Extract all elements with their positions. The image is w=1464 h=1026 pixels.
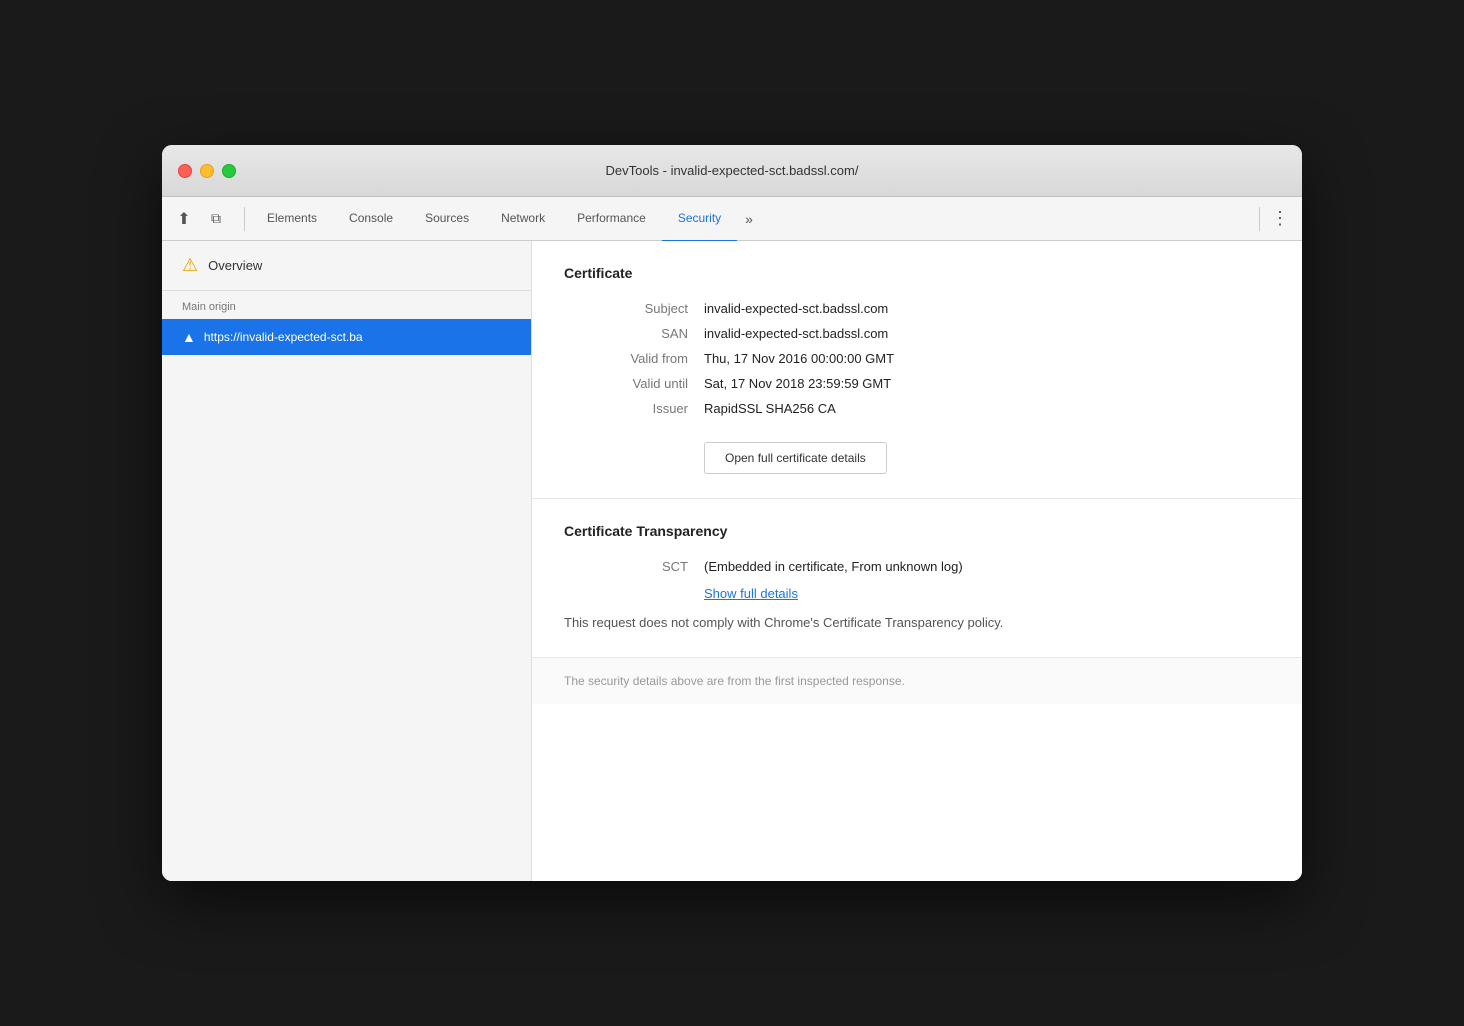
- sidebar-overview-item[interactable]: ⚠ Overview: [162, 241, 531, 291]
- sidebar-section-header: Main origin: [162, 291, 531, 319]
- cert-label-subject: Subject: [564, 301, 704, 316]
- cursor-icon: ⬆: [177, 209, 190, 229]
- tab-performance[interactable]: Performance: [561, 197, 662, 242]
- sct-value: (Embedded in certificate, From unknown l…: [704, 559, 963, 574]
- traffic-lights: [178, 164, 236, 178]
- transparency-section: Certificate Transparency SCT (Embedded i…: [532, 499, 1302, 658]
- transparency-section-title: Certificate Transparency: [564, 523, 1270, 539]
- tabs-overflow-button[interactable]: »: [737, 197, 761, 241]
- tab-security[interactable]: Security: [662, 197, 737, 242]
- sidebar: ⚠ Overview Main origin ▲ https://invalid…: [162, 241, 532, 881]
- origin-warning-icon: ▲: [182, 329, 196, 345]
- cert-row-valid-from: Valid from Thu, 17 Nov 2016 00:00:00 GMT: [564, 351, 1270, 366]
- cert-label-issuer: Issuer: [564, 401, 704, 416]
- certificate-section-title: Certificate: [564, 265, 1270, 281]
- toolbar-separator: [244, 207, 245, 231]
- toolbar-end: ⋮: [1253, 205, 1294, 233]
- cert-value-valid-until: Sat, 17 Nov 2018 23:59:59 GMT: [704, 376, 891, 391]
- title-bar: DevTools - invalid-expected-sct.badssl.c…: [162, 145, 1302, 197]
- layers-icon-button[interactable]: ⧉: [202, 205, 230, 233]
- open-certificate-button[interactable]: Open full certificate details: [704, 442, 887, 474]
- minimize-button[interactable]: [200, 164, 214, 178]
- main-content: ⚠ Overview Main origin ▲ https://invalid…: [162, 241, 1302, 881]
- cert-value-issuer: RapidSSL SHA256 CA: [704, 401, 836, 416]
- cert-row-valid-until: Valid until Sat, 17 Nov 2018 23:59:59 GM…: [564, 376, 1270, 391]
- tab-console[interactable]: Console: [333, 197, 409, 242]
- cert-row-issuer: Issuer RapidSSL SHA256 CA: [564, 401, 1270, 416]
- window-title: DevTools - invalid-expected-sct.badssl.c…: [606, 163, 859, 178]
- sidebar-origin-url: https://invalid-expected-sct.ba: [204, 330, 363, 344]
- footer-note: The security details above are from the …: [532, 658, 1302, 704]
- cert-label-san: SAN: [564, 326, 704, 341]
- cert-value-subject: invalid-expected-sct.badssl.com: [704, 301, 888, 316]
- tab-network[interactable]: Network: [485, 197, 561, 242]
- cursor-icon-button[interactable]: ⬆: [170, 205, 198, 233]
- toolbar-separator-2: [1259, 207, 1260, 231]
- content-panel: Certificate Subject invalid-expected-sct…: [532, 241, 1302, 881]
- show-full-details-link[interactable]: Show full details: [704, 586, 1270, 601]
- cert-value-san: invalid-expected-sct.badssl.com: [704, 326, 888, 341]
- sct-row: SCT (Embedded in certificate, From unkno…: [564, 559, 1270, 574]
- cert-value-valid-from: Thu, 17 Nov 2016 00:00:00 GMT: [704, 351, 894, 366]
- three-dots-icon: ⋮: [1271, 208, 1289, 229]
- sct-label: SCT: [564, 559, 704, 574]
- close-button[interactable]: [178, 164, 192, 178]
- layers-icon: ⧉: [211, 210, 221, 227]
- certificate-table: Subject invalid-expected-sct.badssl.com …: [564, 301, 1270, 416]
- cert-label-valid-until: Valid until: [564, 376, 704, 391]
- tab-sources[interactable]: Sources: [409, 197, 485, 242]
- devtools-window: DevTools - invalid-expected-sct.badssl.c…: [162, 145, 1302, 881]
- certificate-section: Certificate Subject invalid-expected-sct…: [532, 241, 1302, 499]
- sidebar-origin-item[interactable]: ▲ https://invalid-expected-sct.ba: [162, 319, 531, 355]
- sidebar-overview-label: Overview: [208, 258, 262, 273]
- cert-label-valid-from: Valid from: [564, 351, 704, 366]
- warning-icon: ⚠: [182, 255, 198, 276]
- cert-row-san: SAN invalid-expected-sct.badssl.com: [564, 326, 1270, 341]
- cert-row-subject: Subject invalid-expected-sct.badssl.com: [564, 301, 1270, 316]
- maximize-button[interactable]: [222, 164, 236, 178]
- tab-elements[interactable]: Elements: [251, 197, 333, 242]
- tabs-container: Elements Console Sources Network Perform…: [251, 197, 761, 241]
- more-options-button[interactable]: ⋮: [1266, 205, 1294, 233]
- transparency-note: This request does not comply with Chrome…: [564, 613, 1164, 633]
- toolbar-icons: ⬆ ⧉: [170, 205, 230, 233]
- toolbar: ⬆ ⧉ Elements Console Sources Network Per…: [162, 197, 1302, 241]
